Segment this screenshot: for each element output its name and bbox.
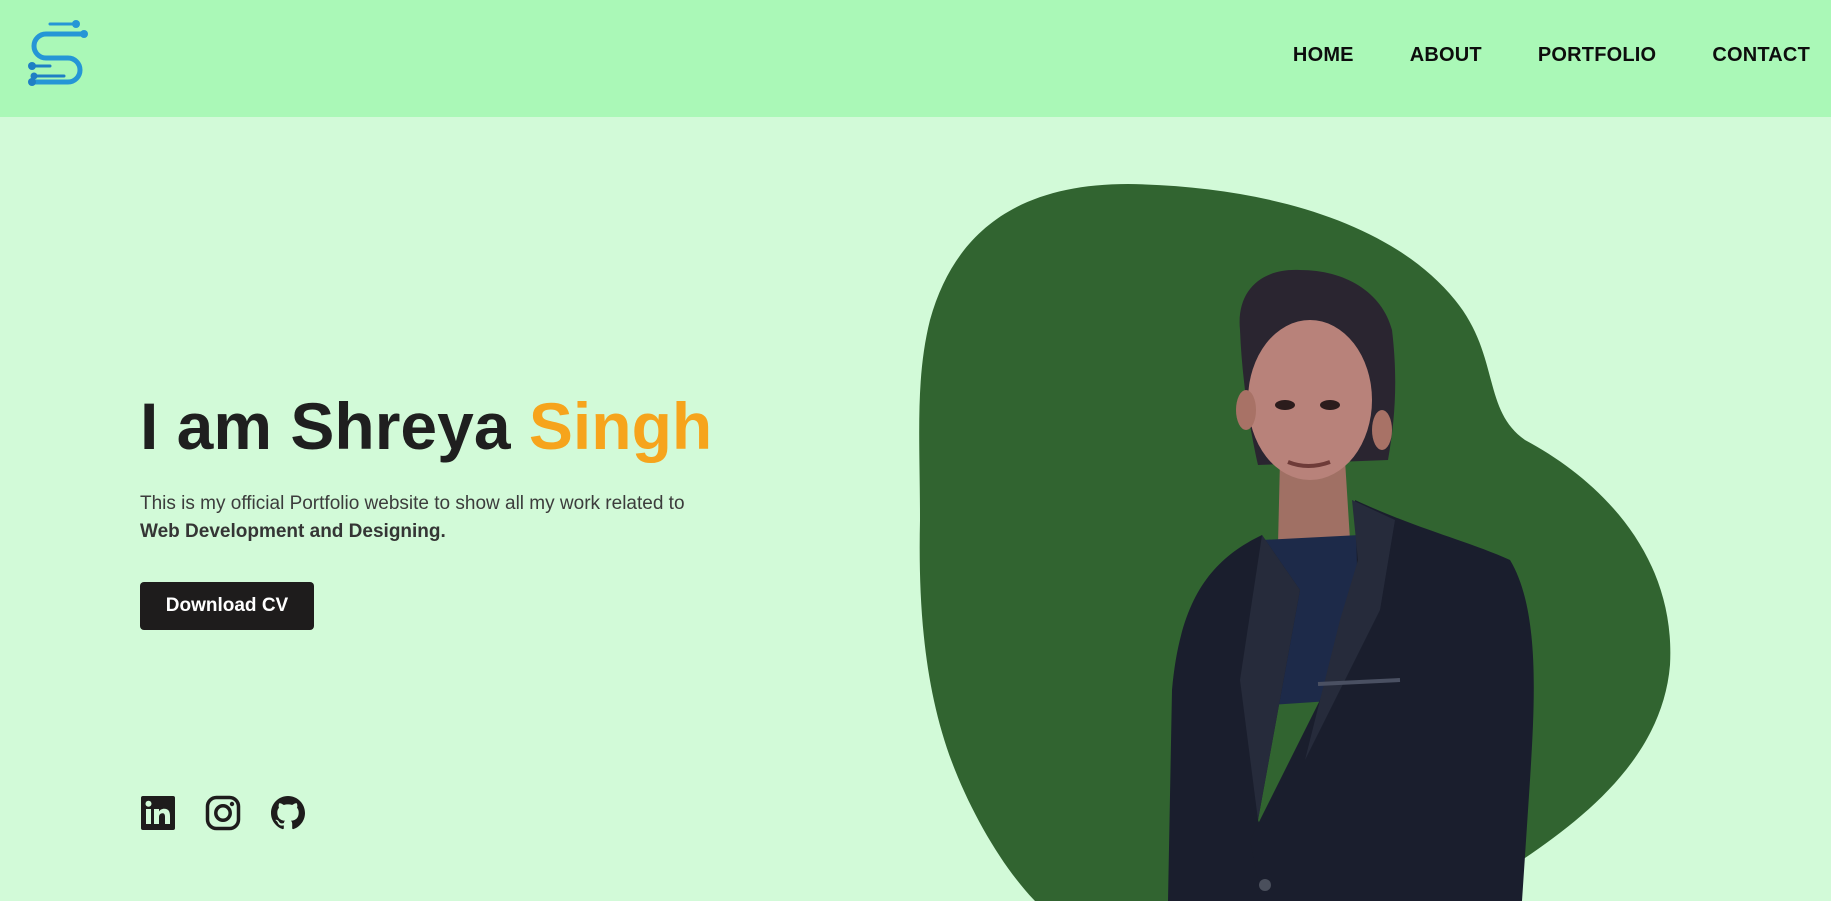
hero-title-main: I am Shreya: [140, 389, 529, 463]
hero-description: This is my official Portfolio website to…: [140, 490, 760, 546]
social-links: [140, 795, 306, 831]
download-cv-button[interactable]: Download CV: [140, 582, 314, 630]
instagram-icon[interactable]: [205, 795, 241, 831]
hero-title-accent: Singh: [528, 389, 713, 463]
hero-description-text: This is my official Portfolio website to…: [140, 493, 685, 514]
hero-title: I am Shreya Singh: [140, 393, 712, 459]
hero-description-bold: Web Development and Designing.: [140, 521, 446, 542]
github-icon[interactable]: [270, 795, 306, 831]
linkedin-icon[interactable]: [140, 795, 176, 831]
